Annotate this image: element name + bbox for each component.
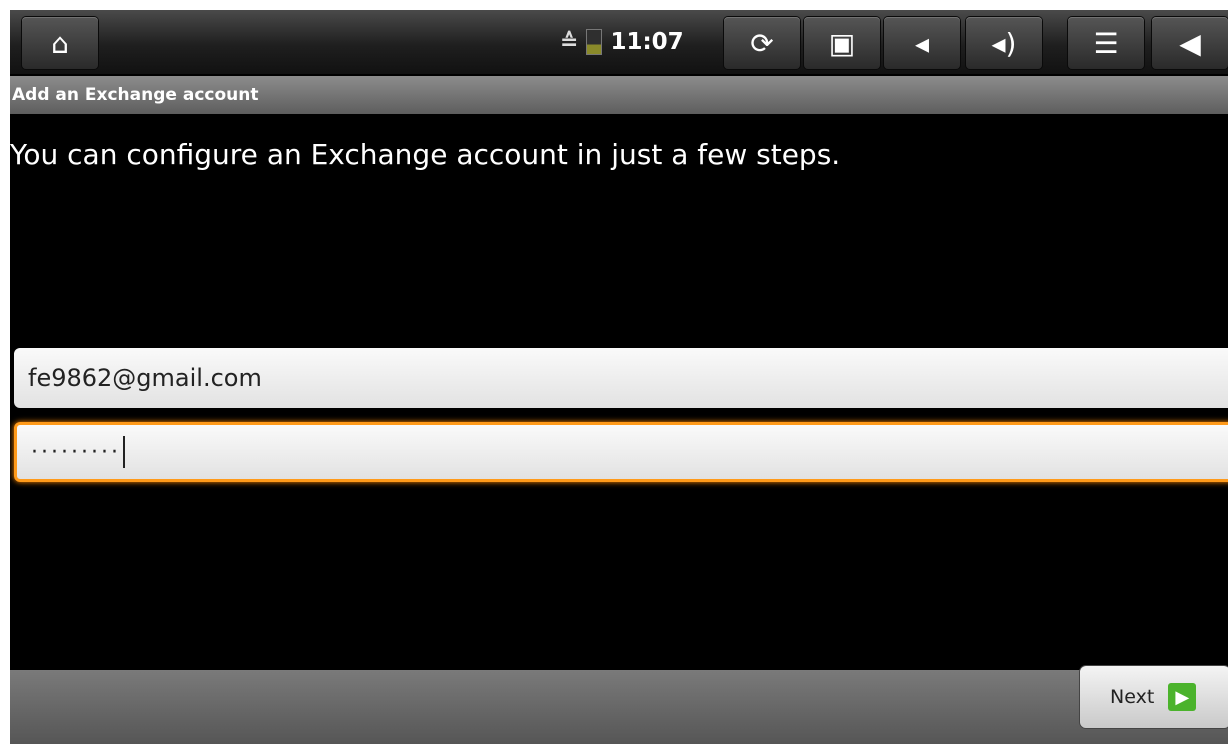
wifi-icon: ≙ xyxy=(560,29,579,55)
volume-up-icon[interactable]: ◂) xyxy=(966,17,1042,69)
refresh-icon[interactable]: ⟳ xyxy=(724,17,800,69)
device-screen: ⌂ ≙ 11:07 ⟳ ▣ ◂ ◂) ☰ ◀ Add an Exchange a… xyxy=(10,10,1228,744)
next-button[interactable]: Next ▶ xyxy=(1080,666,1228,728)
email-value: fe9862@gmail.com xyxy=(28,364,262,392)
password-value: ········· xyxy=(31,439,121,465)
password-field[interactable]: ········· xyxy=(14,422,1228,482)
battery-icon xyxy=(586,29,603,55)
next-label: Next xyxy=(1110,686,1155,708)
back-icon[interactable]: ◀ xyxy=(1152,17,1228,69)
camera-icon[interactable]: ▣ xyxy=(804,17,880,69)
text-cursor xyxy=(122,436,125,468)
email-field[interactable]: fe9862@gmail.com xyxy=(14,348,1228,408)
home-icon[interactable]: ⌂ xyxy=(22,17,98,69)
clock: 11:07 xyxy=(610,29,684,55)
status-bar: ⌂ ≙ 11:07 ⟳ ▣ ◂ ◂) ☰ ◀ xyxy=(10,10,1228,74)
volume-down-icon[interactable]: ◂ xyxy=(884,17,960,69)
status-info: ≙ 11:07 xyxy=(560,10,684,74)
menu-icon[interactable]: ☰ xyxy=(1068,17,1144,69)
button-bar xyxy=(10,670,1228,744)
instructions-text: You can configure an Exchange account in… xyxy=(10,138,841,171)
arrow-right-icon: ▶ xyxy=(1168,683,1197,711)
page-title: Add an Exchange account xyxy=(10,76,1228,114)
